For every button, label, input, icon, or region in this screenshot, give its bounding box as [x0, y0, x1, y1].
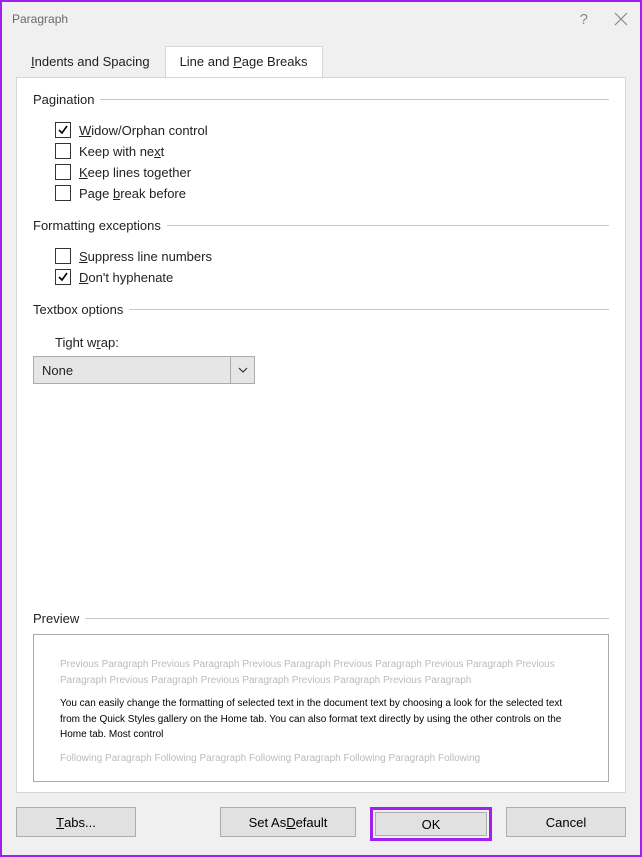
group-formatting-label: Formatting exceptions — [33, 218, 609, 233]
paragraph-dialog: Paragraph ? Indents and Spacing Line and… — [2, 2, 640, 855]
dialog-title: Paragraph — [12, 12, 68, 26]
set-as-default-button[interactable]: Set As Default — [220, 807, 356, 837]
help-button[interactable]: ? — [580, 11, 588, 28]
tab-line-page-breaks[interactable]: Line and Page Breaks — [165, 46, 323, 78]
checkbox-widow[interactable]: Widow/Orphan control — [55, 122, 609, 138]
checkbox-box — [55, 164, 71, 180]
dropdown-button[interactable] — [230, 357, 254, 383]
preview-following: Following Paragraph Following Paragraph … — [60, 751, 582, 767]
checkbox-keeplines[interactable]: Keep lines together — [55, 164, 609, 180]
tight-wrap-dropdown[interactable]: None — [33, 356, 255, 384]
titlebar: Paragraph ? — [2, 2, 640, 36]
checkbox-label: Keep with next — [79, 144, 164, 159]
close-icon — [614, 12, 628, 26]
checkbox-box — [55, 143, 71, 159]
preview-box: Previous Paragraph Previous Paragraph Pr… — [33, 634, 609, 782]
checkbox-box — [55, 122, 71, 138]
checkbox-box — [55, 185, 71, 201]
checkbox-hyphen[interactable]: Don't hyphenate — [55, 269, 609, 285]
close-button[interactable] — [614, 12, 628, 26]
preview-sample: You can easily change the formatting of … — [60, 696, 582, 743]
button-row: Tabs... Set As Default OK Cancel — [2, 793, 640, 855]
checkbox-suppress[interactable]: Suppress line numbers — [55, 248, 609, 264]
tabs-button[interactable]: Tabs... — [16, 807, 136, 837]
preview-previous: Previous Paragraph Previous Paragraph Pr… — [60, 657, 582, 688]
tight-wrap-value: None — [34, 357, 230, 383]
group-textbox-label: Textbox options — [33, 302, 609, 317]
group-pagination-label: Pagination — [33, 92, 609, 107]
cancel-button[interactable]: Cancel — [506, 807, 626, 837]
ok-button[interactable]: OK — [375, 812, 487, 836]
checkbox-label: Page break before — [79, 186, 186, 201]
check-icon — [57, 271, 69, 283]
tab-indents-spacing[interactable]: Indents and Spacing — [16, 46, 165, 78]
checkbox-label: Don't hyphenate — [79, 270, 173, 285]
checkbox-label: Keep lines together — [79, 165, 191, 180]
checkbox-box — [55, 269, 71, 285]
tab-panel: Pagination Widow/Orphan control Keep with… — [16, 77, 626, 793]
checkbox-label: Widow/Orphan control — [79, 123, 208, 138]
checkbox-label: Suppress line numbers — [79, 249, 212, 264]
checkbox-keepnext[interactable]: Keep with next — [55, 143, 609, 159]
ok-button-highlight: OK — [370, 807, 492, 841]
chevron-down-icon — [238, 367, 248, 373]
tab-strip: Indents and Spacing Line and Page Breaks — [16, 46, 626, 77]
checkbox-box — [55, 248, 71, 264]
checkbox-pagebreak[interactable]: Page break before — [55, 185, 609, 201]
tight-wrap-label: Tight wrap: — [55, 335, 609, 350]
check-icon — [57, 124, 69, 136]
group-preview-label: Preview — [33, 611, 609, 626]
